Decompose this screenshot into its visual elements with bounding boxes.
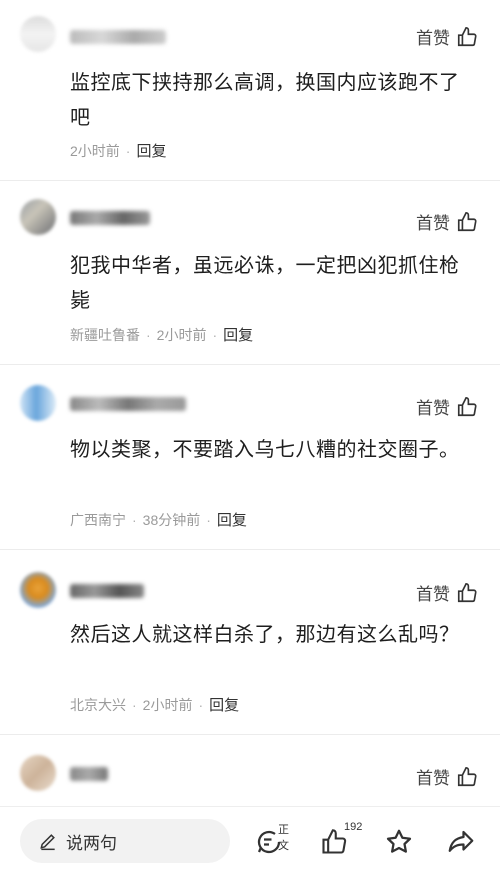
comment-input[interactable]: 说两句	[20, 819, 230, 863]
comment-location: 新疆吐鲁番	[70, 326, 140, 343]
separator-dot: ·	[206, 511, 211, 528]
favorite-button[interactable]	[384, 823, 420, 859]
comment-time: 2小时前	[70, 142, 120, 159]
divider	[0, 549, 500, 550]
reply-button[interactable]: 回复	[223, 324, 253, 345]
comment-text: 物以类聚，不要踏入乌七八糟的社交圈子。	[70, 439, 460, 461]
username-blurred[interactable]	[70, 767, 108, 781]
like-label: 首赞	[416, 214, 450, 233]
like-label: 首赞	[416, 769, 450, 788]
like-button[interactable]: 首赞	[416, 394, 478, 419]
avatar[interactable]	[20, 16, 56, 52]
pencil-icon	[40, 834, 55, 851]
reply-button[interactable]: 回复	[217, 509, 247, 530]
star-icon	[386, 829, 412, 853]
thumbs-up-icon	[457, 582, 477, 602]
username-blurred[interactable]	[70, 30, 166, 44]
separator-dot: ·	[198, 696, 204, 713]
avatar[interactable]	[20, 385, 56, 421]
comment-location: 北京大兴	[70, 696, 126, 713]
like-button[interactable]: 首赞	[416, 580, 478, 605]
comment-location: 广西南宁	[70, 511, 126, 528]
like-button[interactable]: 首赞	[416, 209, 478, 234]
like-button[interactable]: 首赞	[416, 24, 478, 49]
username-blurred[interactable]	[70, 397, 186, 411]
comment-input-placeholder: 说两句	[66, 833, 117, 853]
like-label: 首赞	[416, 585, 450, 604]
like-article-button[interactable]: 192	[320, 821, 362, 859]
separator-dot: ·	[132, 511, 137, 528]
share-arrow-icon	[448, 830, 474, 852]
username-blurred[interactable]	[70, 211, 150, 225]
comment-time: 38分钟前	[142, 511, 201, 528]
like-label: 首赞	[416, 29, 450, 48]
divider	[0, 180, 500, 181]
divider	[0, 734, 500, 735]
comment-meta: 2小时前 · 回复	[70, 140, 166, 161]
comment-time: 2小时前	[142, 696, 193, 713]
avatar[interactable]	[20, 199, 56, 235]
thumbs-up-icon	[457, 396, 477, 416]
separator-dot: ·	[132, 696, 137, 713]
avatar[interactable]	[20, 572, 56, 608]
thumbs-up-icon	[457, 211, 477, 231]
comments-badge: 正文	[278, 824, 289, 852]
like-button[interactable]: 首赞	[416, 764, 478, 789]
comment-text: 犯我中华者，虽远必诛，一定把凶犯抓住枪毙	[70, 255, 460, 312]
like-count: 192	[344, 821, 363, 833]
thumbs-up-icon	[457, 26, 477, 46]
comment-meta: 广西南宁 · 38分钟前 · 回复	[70, 509, 247, 530]
separator-dot: ·	[146, 326, 151, 343]
comment-text: 监控底下挟持那么高调，换国内应该跑不了吧	[70, 72, 460, 129]
avatar[interactable]	[20, 755, 56, 791]
comment-meta: 北京大兴 · 2小时前 · 回复	[70, 694, 239, 715]
username-blurred[interactable]	[70, 584, 144, 598]
comments-button[interactable]: 正文	[254, 823, 290, 859]
comment-meta: 新疆吐鲁番 · 2小时前 · 回复	[70, 324, 253, 345]
share-button[interactable]	[446, 823, 482, 859]
reply-button[interactable]: 回复	[209, 694, 239, 715]
reply-button[interactable]: 回复	[136, 140, 166, 161]
thumbs-up-icon	[457, 766, 477, 786]
comment-time: 2小时前	[156, 326, 207, 343]
divider	[0, 364, 500, 365]
bottom-action-bar: 说两句 正文 192	[0, 806, 500, 875]
separator-dot: ·	[212, 326, 218, 343]
separator-dot: ·	[125, 142, 131, 159]
like-label: 首赞	[416, 399, 450, 418]
comment-text: 然后这人就这样白杀了，那边有这么乱吗？	[70, 624, 460, 646]
